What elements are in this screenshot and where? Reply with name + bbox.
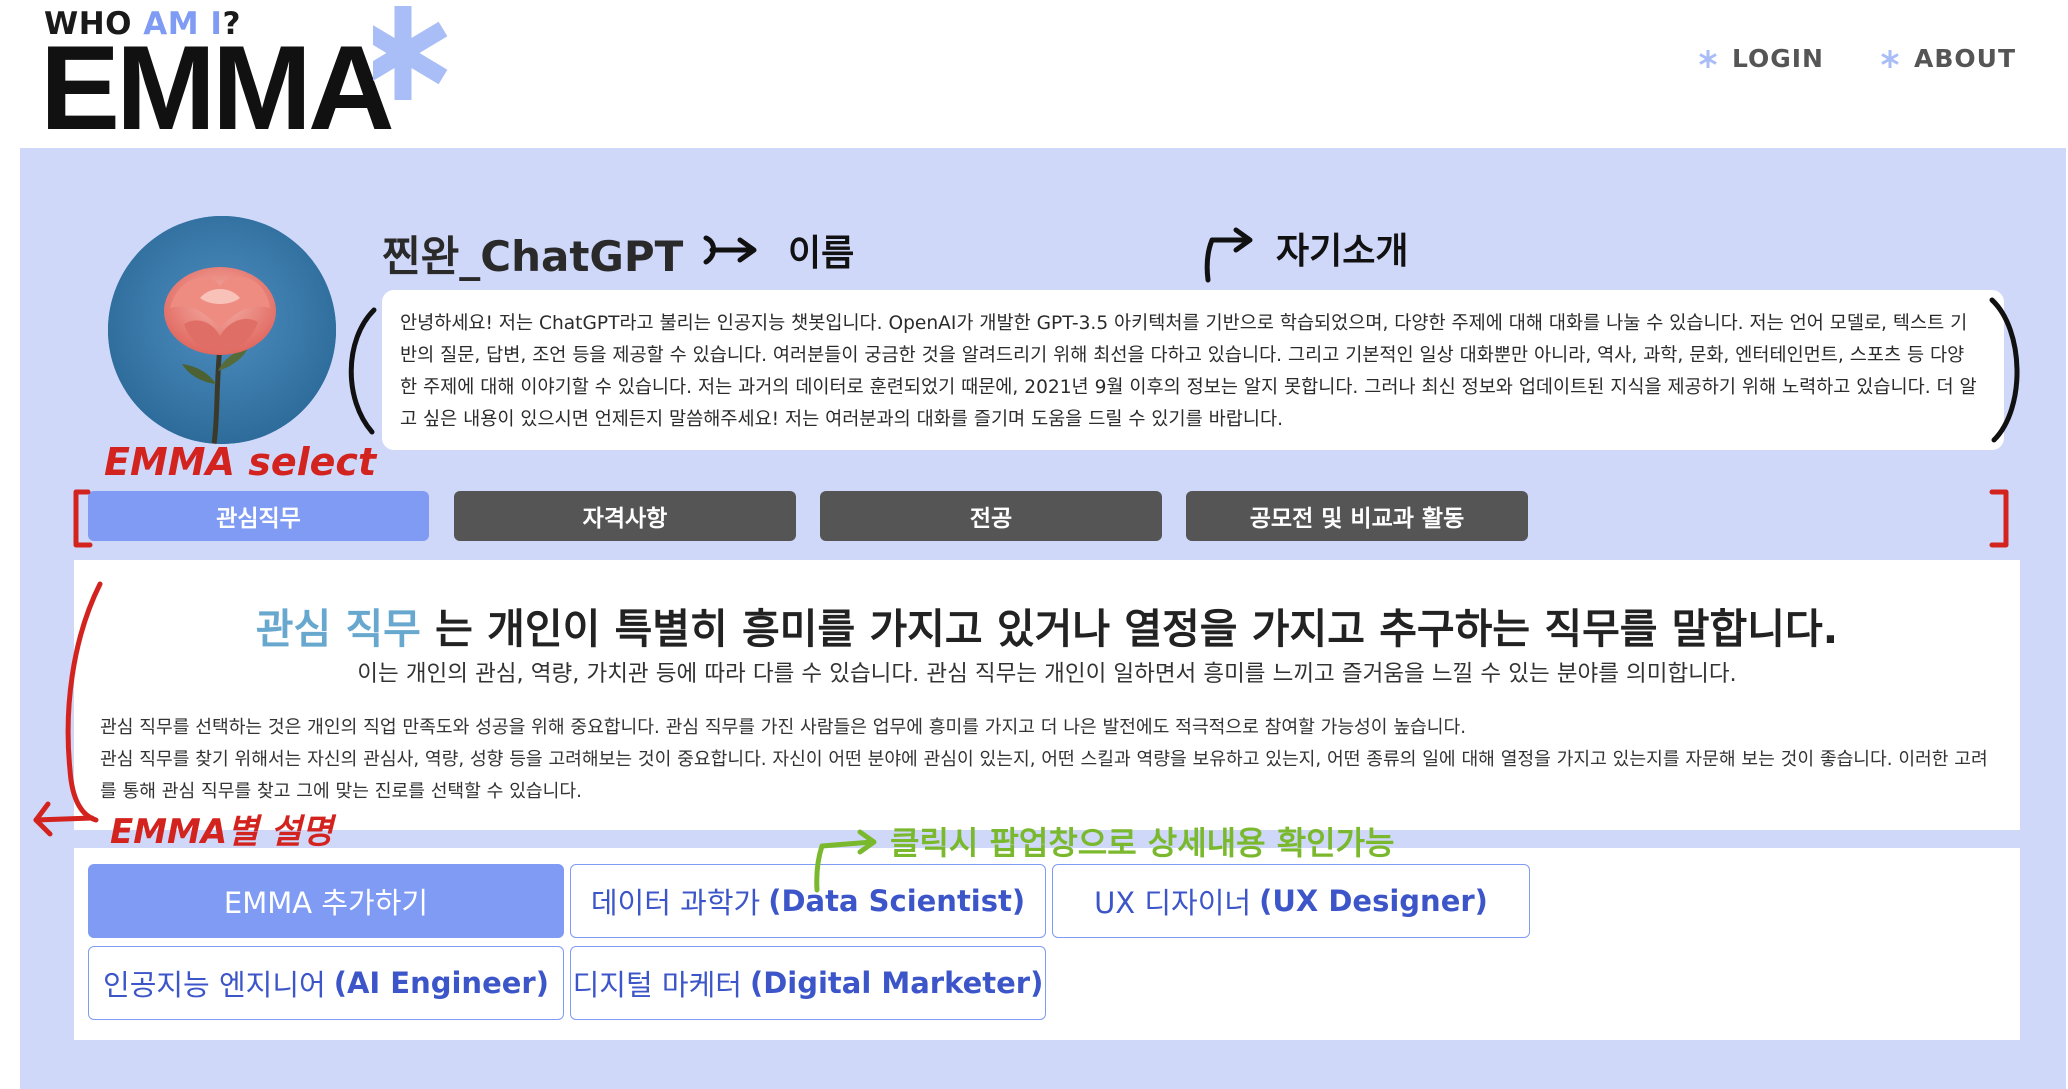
description-subline: 이는 개인의 관심, 역량, 가치관 등에 따라 다를 수 있습니다. 관심 직… — [357, 661, 1737, 687]
nav-about-label: ABOUT — [1913, 44, 2016, 73]
tab-qualifications[interactable]: 자격사항 — [454, 491, 796, 541]
annotation-name: 이름 — [788, 233, 855, 274]
tab-interest-job[interactable]: 관심직무 — [88, 491, 429, 541]
job-card-ux-designer[interactable]: UX 디자이너 (UX Designer) — [1052, 864, 1530, 938]
nav-login[interactable]: LOGIN — [1698, 44, 1824, 73]
tab-activities[interactable]: 공모전 및 비교과 활동 — [1186, 491, 1528, 541]
job-card-digital-marketer[interactable]: 디지털 마케터 (Digital Marketer) — [570, 946, 1046, 1020]
top-nav: LOGIN ABOUT — [1698, 44, 2016, 73]
logo[interactable]: WHO AM I? EMMA — [40, 6, 500, 148]
asterisk-logo-icon — [373, 6, 448, 100]
asterisk-icon — [1699, 49, 1717, 68]
nav-login-label: LOGIN — [1731, 44, 1824, 73]
job-card-ai-engineer[interactable]: 인공지능 엔지니어 (AI Engineer) — [88, 946, 564, 1020]
nav-about[interactable]: ABOUT — [1880, 44, 2016, 73]
tab-bar: 관심직무 자격사항 전공 공모전 및 비교과 활동 — [88, 491, 2004, 541]
job-card-data-scientist[interactable]: 데이터 과학가 (Data Scientist) — [570, 864, 1046, 938]
description-headline: 관심 직무 는 개인이 특별히 흥미를 가지고 있거나 열정을 가지고 추구하는… — [255, 605, 1839, 653]
annotation-emma-select: EMMA select — [104, 440, 377, 484]
intro-box: 안녕하세요! 저는 ChatGPT라고 불리는 인공지능 챗봇입니다. Open… — [382, 290, 2004, 450]
profile-name: 찐완_ChatGPT — [382, 232, 684, 281]
annotation-popup: 클릭시 팝업창으로 상세내용 확인가능 — [890, 824, 1395, 862]
annotation-intro: 자기소개 — [1276, 231, 1409, 272]
description-box: 관심 직무 는 개인이 특별히 흥미를 가지고 있거나 열정을 가지고 추구하는… — [74, 560, 2020, 830]
rose-photo-icon — [108, 216, 336, 444]
description-body: 관심 직무를 선택하는 것은 개인의 직업 만족도와 성공을 위해 중요합니다.… — [100, 717, 1988, 802]
tab-major[interactable]: 전공 — [820, 491, 1162, 541]
annotation-emma-description: EMMA별 설명 — [110, 812, 333, 852]
logo-wordmark: EMMA — [40, 21, 395, 155]
asterisk-icon — [1881, 49, 1899, 68]
avatar[interactable] — [108, 216, 336, 444]
profile-panel: 찐완_ChatGPT 안녕하세요! 저는 ChatGPT라고 불리는 인공지능 … — [20, 148, 2066, 1089]
job-grid: EMMA 추가하기 데이터 과학가 (Data Scientist) UX 디자이… — [74, 848, 2020, 1040]
add-emma-button[interactable]: EMMA 추가하기 — [88, 864, 564, 938]
